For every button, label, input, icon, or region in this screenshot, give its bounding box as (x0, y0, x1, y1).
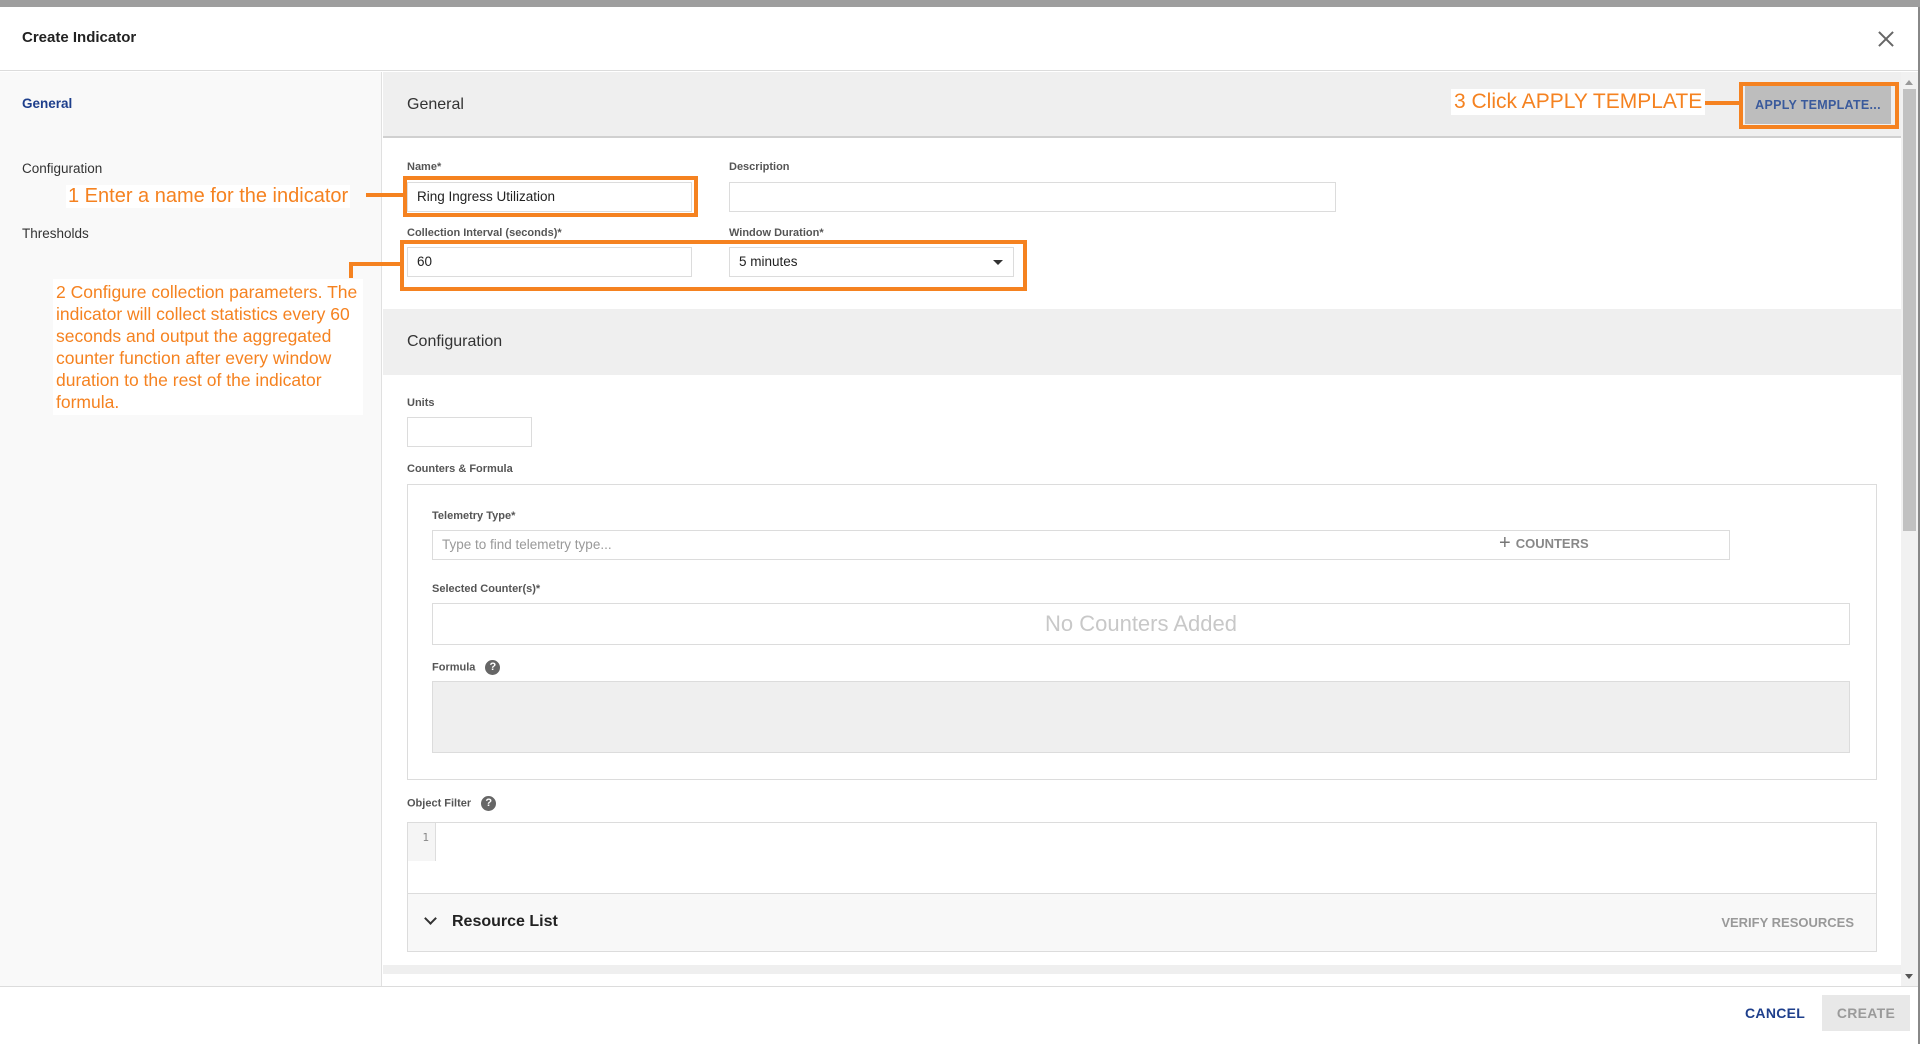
sidebar-nav: General Configuration Thresholds (0, 72, 382, 986)
dialog-header: Create Indicator (0, 7, 1920, 71)
window-top-strip (0, 0, 1920, 7)
description-label: Description (729, 161, 790, 173)
annotation-step1: 1 Enter a name for the indicator (66, 185, 351, 208)
selected-counters-list: No Counters Added (432, 603, 1850, 645)
add-counters-label: COUNTERS (1515, 535, 1589, 551)
annotation-collection-highlight (400, 240, 1027, 291)
selected-counters-label: Selected Counter(s)* (432, 583, 541, 595)
annotation-step3: 3 Click APPLY TEMPLATE (1451, 89, 1706, 115)
formula-field[interactable] (432, 681, 1850, 753)
configuration-section-title: Configuration (407, 333, 503, 350)
annotation-step3-connector (1700, 101, 1740, 105)
object-filter-editor[interactable]: 1 Resource List VERIFY RESOURCES (407, 822, 1877, 952)
create-button[interactable]: CREATE (1822, 995, 1910, 1031)
units-label: Units (407, 397, 435, 409)
dialog-title: Create Indicator (22, 29, 137, 46)
scroll-down-arrow-icon[interactable] (1905, 974, 1913, 979)
formula-label-row: Formula? (432, 660, 501, 675)
plus-icon: + (1499, 532, 1511, 554)
formula-help-icon[interactable]: ? (485, 660, 501, 675)
description-input[interactable] (729, 182, 1336, 212)
annotation-name-highlight (403, 176, 698, 217)
sidebar-item-thresholds[interactable]: Thresholds (22, 226, 89, 241)
collection-interval-label: Collection Interval (seconds)* (407, 227, 562, 239)
no-counters-message: No Counters Added (1044, 611, 1238, 636)
cancel-button[interactable]: CANCEL (1745, 1005, 1805, 1021)
chevron-down-icon[interactable] (424, 912, 437, 925)
window-duration-label: Window Duration* (729, 227, 824, 239)
object-filter-label: Object Filter (407, 797, 472, 810)
annotation-step2-connector-v (349, 262, 353, 278)
object-filter-label-row: Object Filter? (407, 796, 497, 811)
next-section-edge (383, 965, 1901, 974)
counters-formula-label: Counters & Formula (407, 463, 513, 475)
scrollbar-thumb[interactable] (1903, 89, 1916, 531)
name-label: Name* (407, 161, 442, 173)
annotation-step2: 2 Configure collection parameters. The i… (53, 279, 363, 415)
scroll-up-arrow-icon[interactable] (1905, 80, 1913, 85)
add-counters-button[interactable]: + COUNTERS (1499, 533, 1589, 553)
annotation-apply-template-highlight (1739, 82, 1899, 129)
resource-list-header[interactable]: Resource List VERIFY RESOURCES (408, 893, 1876, 951)
vertical-scrollbar[interactable] (1901, 72, 1918, 986)
units-input[interactable] (407, 417, 532, 447)
dialog-footer: CANCEL CREATE (0, 986, 1918, 1044)
sidebar-item-configuration[interactable]: Configuration (22, 161, 102, 176)
sidebar-item-general[interactable]: General (22, 96, 72, 111)
counters-formula-panel: Telemetry Type* Type to find telemetry t… (407, 484, 1877, 780)
annotation-step2-connector-h (349, 262, 401, 266)
close-icon[interactable] (1874, 27, 1898, 51)
verify-resources-button[interactable]: VERIFY RESOURCES (1721, 915, 1854, 930)
telemetry-type-label: Telemetry Type* (432, 510, 516, 522)
object-filter-help-icon[interactable]: ? (481, 796, 497, 811)
general-section-title: General (407, 96, 464, 113)
configuration-section-header: Configuration (383, 309, 1901, 375)
editor-line-number: 1 (408, 823, 436, 861)
annotation-step1-connector (366, 193, 404, 197)
formula-label: Formula (432, 661, 476, 674)
resource-list-title: Resource List (452, 913, 558, 930)
